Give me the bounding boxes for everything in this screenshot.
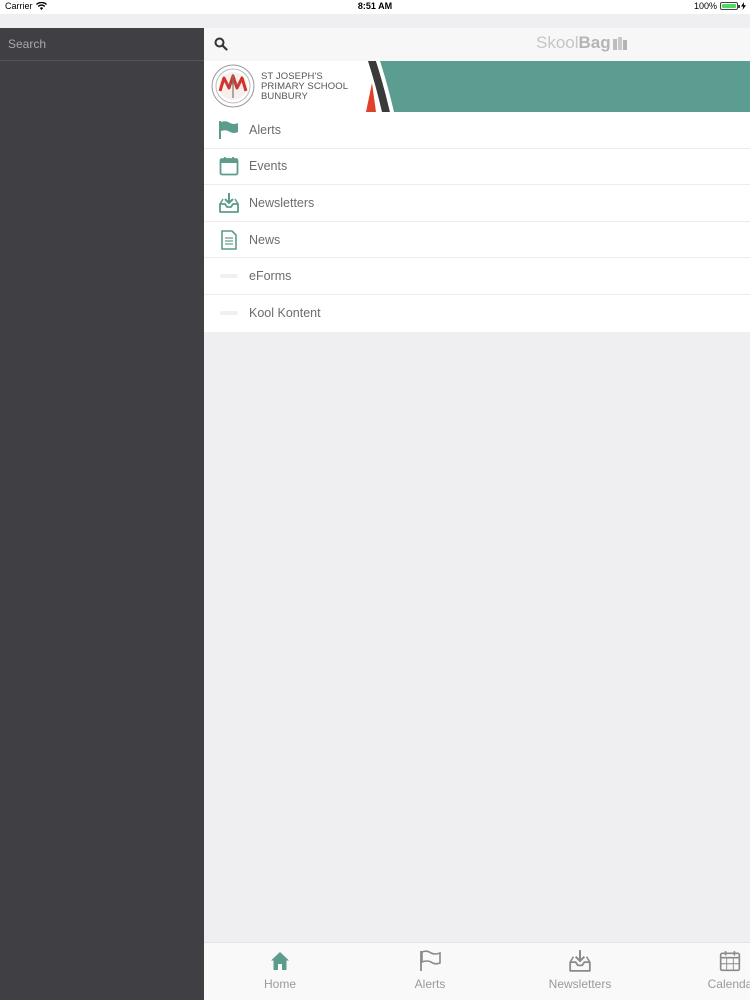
flag-icon bbox=[218, 119, 240, 141]
charging-icon bbox=[741, 2, 746, 10]
menu-item-newsletters[interactable]: Newsletters bbox=[204, 185, 750, 222]
tab-label: Alerts bbox=[414, 977, 446, 991]
menu-item-news[interactable]: News bbox=[204, 222, 750, 259]
menu-item-label: Kool Kontent bbox=[249, 306, 321, 321]
home-icon bbox=[220, 949, 340, 973]
main-panel: Skool Bag ST JOSEPH'S PRIMARY SCHOOL BUNB… bbox=[204, 28, 750, 1000]
menu-item-label: Events bbox=[249, 159, 288, 174]
battery-percent: 100% bbox=[693, 1, 717, 11]
tab-home[interactable]: Home bbox=[220, 949, 340, 991]
school-name: ST JOSEPH'S PRIMARY SCHOOL BUNBURY bbox=[261, 71, 349, 102]
banner-decoration bbox=[366, 61, 750, 112]
sidebar bbox=[0, 28, 204, 1000]
menu-item-label: Newsletters bbox=[249, 195, 315, 210]
search-icon[interactable] bbox=[214, 37, 228, 51]
top-bar: Skool Bag bbox=[204, 28, 750, 61]
menu-item-label: News bbox=[249, 232, 281, 247]
tab-label: Home bbox=[263, 977, 296, 991]
menu-item-label: Alerts bbox=[249, 122, 281, 137]
menu-item-events[interactable]: Events bbox=[204, 149, 750, 186]
battery-icon bbox=[720, 2, 740, 10]
menu-list: Alerts Events Newsletters News eForms Ko… bbox=[204, 112, 750, 332]
tab-alerts[interactable]: Alerts bbox=[370, 949, 490, 991]
books-icon bbox=[612, 37, 627, 50]
calendar-icon bbox=[218, 155, 240, 177]
brand-logo: Skool Bag bbox=[536, 33, 628, 53]
status-right: 100% bbox=[694, 1, 746, 11]
calendar-icon bbox=[670, 949, 750, 973]
inbox-download-icon bbox=[520, 949, 640, 973]
school-banner: ST JOSEPH'S PRIMARY SCHOOL BUNBURY bbox=[204, 61, 750, 112]
flag-icon bbox=[370, 949, 490, 973]
tab-label: Newsletters bbox=[548, 977, 612, 991]
brand-light: Skool bbox=[536, 33, 579, 52]
sidebar-search bbox=[0, 28, 204, 61]
menu-item-kool-kontent[interactable]: Kool Kontent bbox=[204, 295, 750, 332]
status-bar: Carrier 8:51 AM 100% bbox=[0, 0, 750, 14]
tab-label: Calenda bbox=[707, 977, 750, 991]
brand-bold: Bag bbox=[578, 33, 611, 52]
sidebar-search-input[interactable] bbox=[8, 37, 188, 51]
menu-item-eforms[interactable]: eForms bbox=[204, 258, 750, 295]
menu-item-label: eForms bbox=[249, 269, 292, 284]
tab-calendar[interactable]: Calenda bbox=[670, 949, 750, 991]
menu-item-alerts[interactable]: Alerts bbox=[204, 112, 750, 149]
placeholder-icon bbox=[218, 302, 240, 324]
placeholder-icon bbox=[218, 265, 240, 287]
status-time: 8:51 AM bbox=[357, 1, 393, 11]
tab-bar: Home Alerts Newsletters Calenda bbox=[204, 942, 750, 1000]
school-crest-icon bbox=[211, 64, 255, 108]
document-icon bbox=[218, 229, 240, 251]
inbox-download-icon bbox=[218, 192, 240, 214]
tab-newsletters[interactable]: Newsletters bbox=[520, 949, 640, 991]
